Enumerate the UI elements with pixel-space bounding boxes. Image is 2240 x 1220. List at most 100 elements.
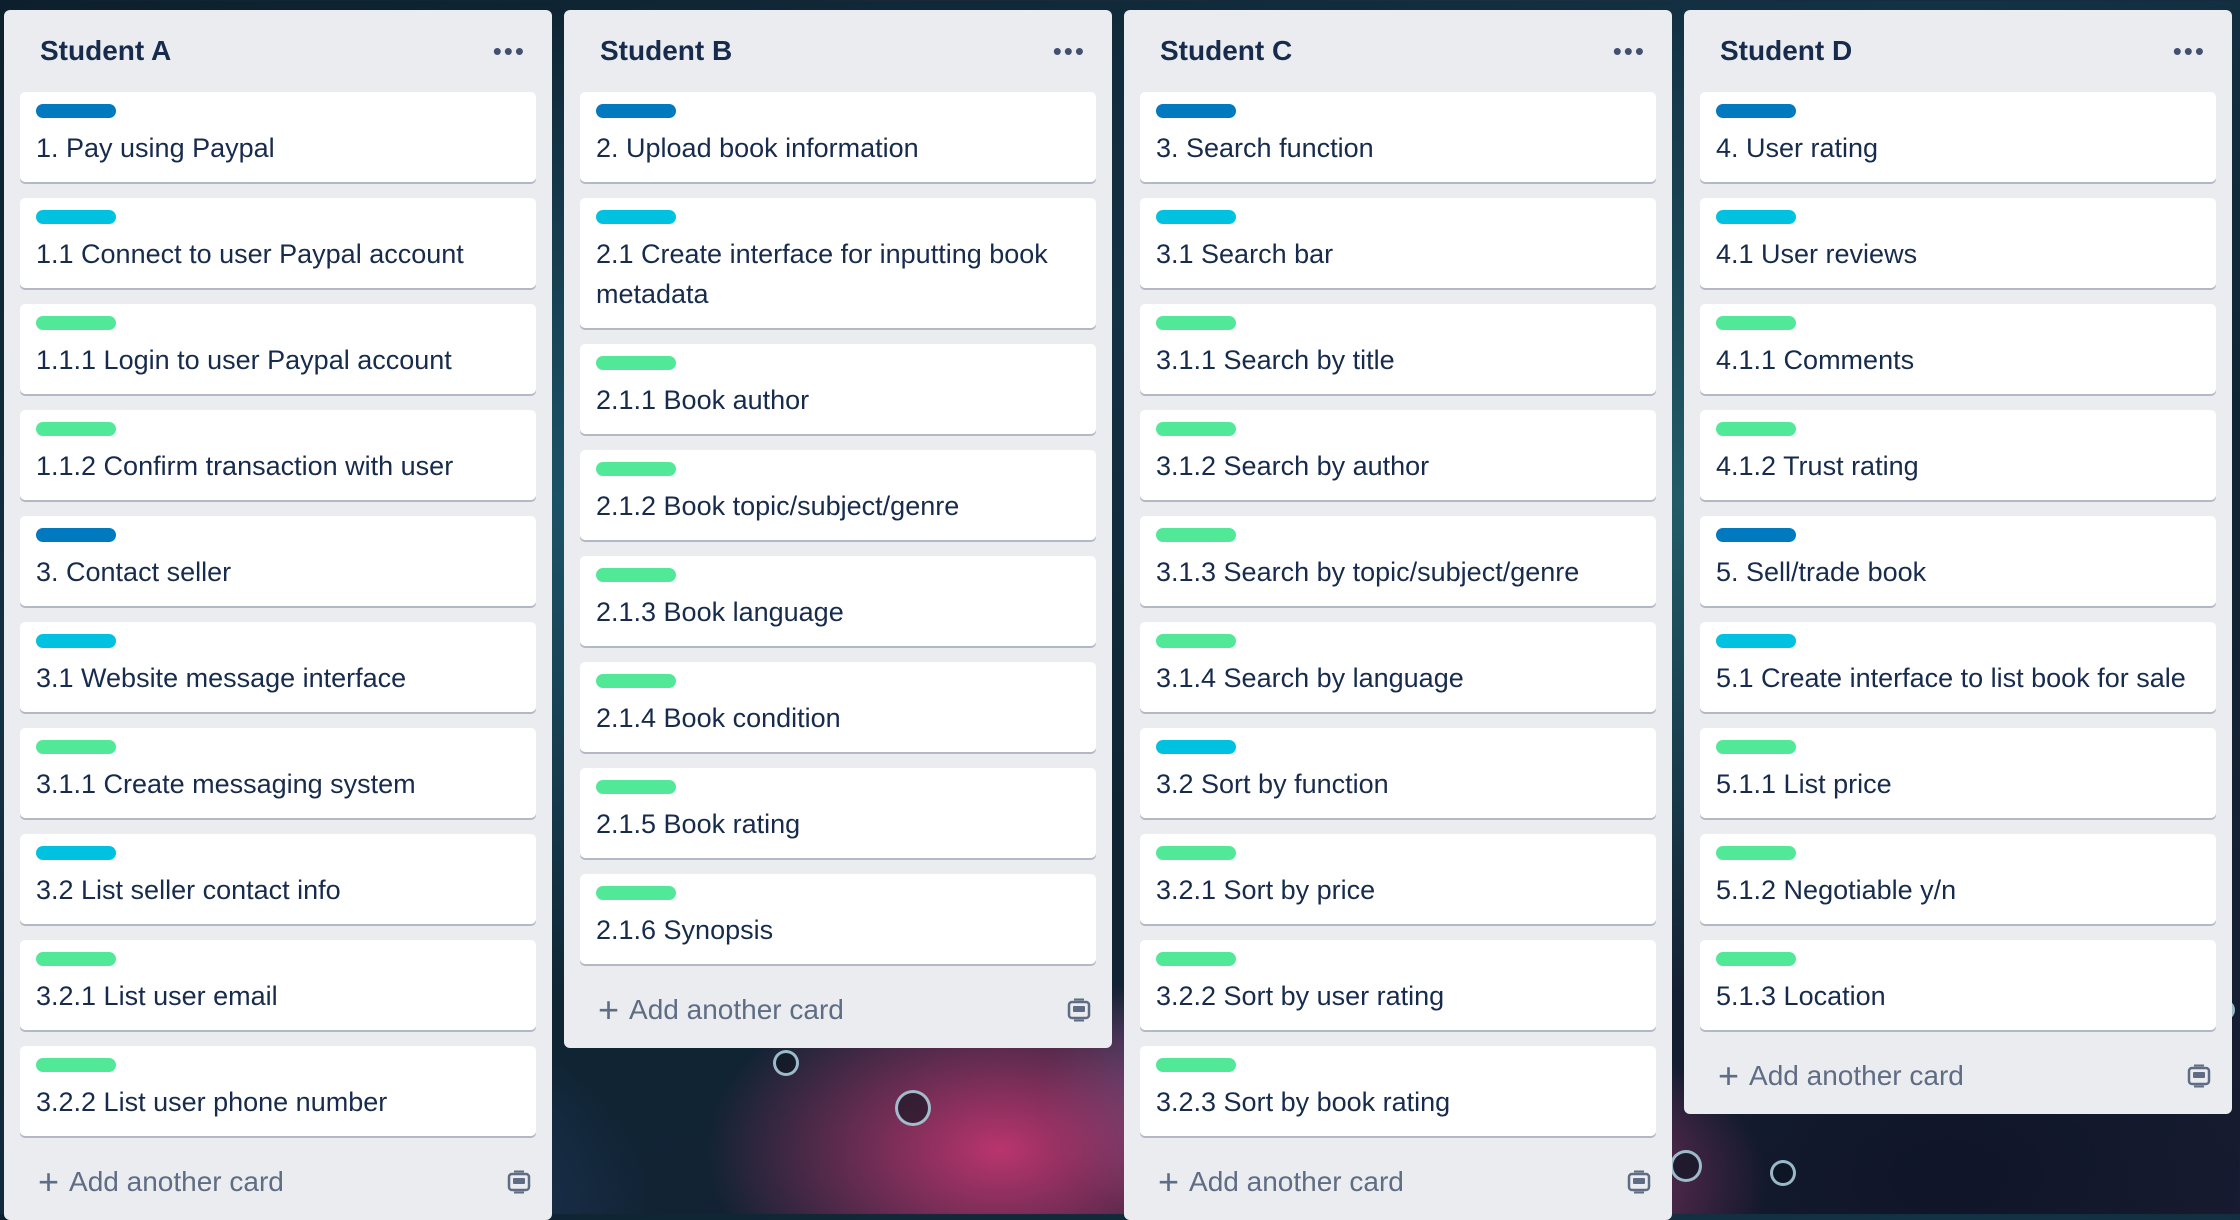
card[interactable]: 3. Search function: [1140, 92, 1656, 182]
card-label: [596, 780, 676, 794]
card-label: [36, 1058, 116, 1072]
card[interactable]: 5.1.3 Location: [1700, 940, 2216, 1030]
add-card-label: Add another card: [629, 994, 844, 1025]
card-title: 5.1 Create interface to list book for sa…: [1716, 663, 2186, 693]
card-title: 3.2.1 Sort by price: [1156, 875, 1376, 905]
card[interactable]: 3.2.2 Sort by user rating: [1140, 940, 1656, 1030]
add-card-button[interactable]: + Add another card: [598, 992, 844, 1028]
card[interactable]: 3.2 List seller contact info: [20, 834, 536, 924]
plus-icon: +: [1158, 1161, 1180, 1202]
card-title: 1.1 Connect to user Paypal account: [36, 239, 464, 269]
card[interactable]: 3.1.1 Search by title: [1140, 304, 1656, 394]
more-icon[interactable]: •••: [493, 38, 532, 64]
card[interactable]: 3.1.1 Create messaging system: [20, 728, 536, 818]
card-label: [596, 356, 676, 370]
card-label: [36, 104, 116, 118]
card-template-icon[interactable]: [1626, 1169, 1652, 1195]
more-icon[interactable]: •••: [2173, 38, 2212, 64]
card[interactable]: 5. Sell/trade book: [1700, 516, 2216, 606]
list-title[interactable]: Student C: [1160, 35, 1292, 67]
card-title: 3. Search function: [1156, 133, 1374, 163]
list-footer: + Add another card: [20, 1144, 536, 1220]
card[interactable]: 2.1.1 Book author: [580, 344, 1096, 434]
card-label: [596, 674, 676, 688]
card[interactable]: 3.1.3 Search by topic/subject/genre: [1140, 516, 1656, 606]
card-template-icon[interactable]: [506, 1169, 532, 1195]
card-title: 3.2.3 Sort by book rating: [1156, 1087, 1451, 1117]
card-label: [36, 740, 116, 754]
card[interactable]: 3.2.1 List user email: [20, 940, 536, 1030]
card-title: 3.2.2 Sort by user rating: [1156, 981, 1445, 1011]
card-template-icon[interactable]: [2186, 1063, 2212, 1089]
card-label: [596, 462, 676, 476]
card-label: [1156, 634, 1236, 648]
add-card-button[interactable]: + Add another card: [1158, 1164, 1404, 1200]
list-title[interactable]: Student A: [40, 35, 171, 67]
card-title: 2.1.3 Book language: [596, 597, 844, 627]
add-card-button[interactable]: + Add another card: [1718, 1058, 1964, 1094]
card[interactable]: 1.1 Connect to user Paypal account: [20, 198, 536, 288]
card[interactable]: 4.1.2 Trust rating: [1700, 410, 2216, 500]
card-title: 3.1 Website message interface: [36, 663, 407, 693]
card-label: [36, 210, 116, 224]
card[interactable]: 2.1.4 Book condition: [580, 662, 1096, 752]
card[interactable]: 2.1.5 Book rating: [580, 768, 1096, 858]
more-icon[interactable]: •••: [1053, 38, 1092, 64]
card[interactable]: 5.1.1 List price: [1700, 728, 2216, 818]
card-title: 3.2 List seller contact info: [36, 875, 341, 905]
list-student-b: Student B ••• 2. Upload book information…: [564, 10, 1112, 1048]
card-template-icon[interactable]: [1066, 997, 1092, 1023]
list-footer: + Add another card: [580, 972, 1096, 1048]
card-title: 3.1.1 Search by title: [1156, 345, 1395, 375]
card[interactable]: 3.2 Sort by function: [1140, 728, 1656, 818]
list-title[interactable]: Student B: [600, 35, 732, 67]
card[interactable]: 2.1.3 Book language: [580, 556, 1096, 646]
card-title: 3.1.3 Search by topic/subject/genre: [1156, 557, 1580, 587]
card-title: 4.1.2 Trust rating: [1716, 451, 1919, 481]
card-label: [596, 568, 676, 582]
card-title: 5.1.2 Negotiable y/n: [1716, 875, 1957, 905]
card[interactable]: 2.1.6 Synopsis: [580, 874, 1096, 964]
card[interactable]: 1.1.2 Confirm transaction with user: [20, 410, 536, 500]
more-icon[interactable]: •••: [1613, 38, 1652, 64]
add-card-button[interactable]: + Add another card: [38, 1164, 284, 1200]
card[interactable]: 3.1 Search bar: [1140, 198, 1656, 288]
card[interactable]: 5.1.2 Negotiable y/n: [1700, 834, 2216, 924]
card[interactable]: 3.2.2 List user phone number: [20, 1046, 536, 1136]
card-label: [1716, 210, 1796, 224]
card-label: [1716, 528, 1796, 542]
card-list: 4. User rating 4.1 User reviews 4.1.1 Co…: [1700, 92, 2216, 1046]
list-student-c: Student C ••• 3. Search function 3.1 Sea…: [1124, 10, 1672, 1220]
card-title: 3.1 Search bar: [1156, 239, 1334, 269]
card-title: 3.1.1 Create messaging system: [36, 769, 416, 799]
card[interactable]: 3.1 Website message interface: [20, 622, 536, 712]
card[interactable]: 3.1.2 Search by author: [1140, 410, 1656, 500]
card-label: [1716, 316, 1796, 330]
card-title: 2.1 Create interface for inputting book …: [596, 239, 1048, 309]
plus-icon: +: [598, 989, 620, 1030]
card-title: 5.1.3 Location: [1716, 981, 1886, 1011]
card-label: [1156, 528, 1236, 542]
card[interactable]: 3. Contact seller: [20, 516, 536, 606]
card[interactable]: 3.2.3 Sort by book rating: [1140, 1046, 1656, 1136]
card[interactable]: 3.2.1 Sort by price: [1140, 834, 1656, 924]
card[interactable]: 2.1.2 Book topic/subject/genre: [580, 450, 1096, 540]
board: Student A ••• 1. Pay using Paypal 1.1 Co…: [0, 0, 2240, 1220]
card[interactable]: 2. Upload book information: [580, 92, 1096, 182]
list-title[interactable]: Student D: [1720, 35, 1852, 67]
card[interactable]: 5.1 Create interface to list book for sa…: [1700, 622, 2216, 712]
card-list: 3. Search function 3.1 Search bar 3.1.1 …: [1140, 92, 1656, 1152]
card[interactable]: 4.1 User reviews: [1700, 198, 2216, 288]
card[interactable]: 2.1 Create interface for inputting book …: [580, 198, 1096, 328]
card-label: [1156, 210, 1236, 224]
card-title: 1.1.2 Confirm transaction with user: [36, 451, 454, 481]
list-header: Student A •••: [20, 10, 536, 92]
card[interactable]: 4.1.1 Comments: [1700, 304, 2216, 394]
card-label: [1716, 952, 1796, 966]
card[interactable]: 1. Pay using Paypal: [20, 92, 536, 182]
card[interactable]: 3.1.4 Search by language: [1140, 622, 1656, 712]
card[interactable]: 1.1.1 Login to user Paypal account: [20, 304, 536, 394]
card-label: [36, 316, 116, 330]
card[interactable]: 4. User rating: [1700, 92, 2216, 182]
card-title: 4. User rating: [1716, 133, 1879, 163]
